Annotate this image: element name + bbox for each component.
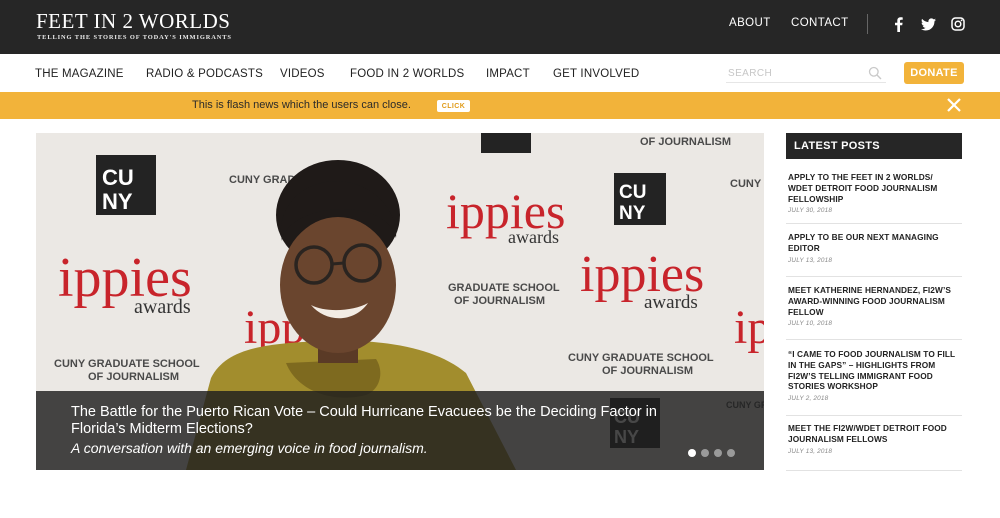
backdrop-cuny-logo: CU bbox=[102, 165, 134, 190]
close-icon[interactable] bbox=[946, 97, 962, 113]
site-header: FEET IN 2 WORLDS TELLING THE STORIES OF … bbox=[0, 0, 1000, 54]
site-tagline: TELLING THE STORIES OF TODAY'S IMMIGRANT… bbox=[37, 34, 232, 41]
sidebar-heading: LATEST POSTS bbox=[786, 133, 962, 159]
hero-title[interactable]: The Battle for the Puerto Rican Vote – C… bbox=[71, 404, 711, 438]
nav-item-magazine[interactable]: THE MAGAZINE bbox=[35, 68, 124, 80]
list-item[interactable]: “I CAME TO FOOD JOURNALISM TO FILL IN TH… bbox=[786, 340, 962, 416]
backdrop-ippies-logo: ipp bbox=[734, 301, 764, 354]
backdrop-school-text: CUNY GRADUATE SCHOOL bbox=[54, 358, 200, 370]
twitter-icon[interactable] bbox=[920, 16, 936, 32]
slider-dot[interactable] bbox=[688, 449, 696, 457]
flash-news-text: This is flash news which the users can c… bbox=[192, 99, 411, 111]
search-box bbox=[726, 65, 886, 83]
facebook-icon[interactable] bbox=[890, 16, 906, 32]
site-logo-title[interactable]: FEET IN 2 WORLDS bbox=[36, 9, 230, 34]
backdrop-cuny-logo: NY bbox=[102, 189, 133, 214]
post-title[interactable]: MEET THE FI2W/WDET DETROIT FOOD JOURNALI… bbox=[788, 423, 960, 445]
hero-subtitle: A conversation with an emerging voice in… bbox=[71, 440, 428, 456]
nav-item-radio-podcasts[interactable]: RADIO & PODCASTS bbox=[146, 68, 263, 80]
post-date: JULY 2, 2018 bbox=[788, 395, 829, 403]
post-title[interactable]: APPLY TO THE FEET IN 2 WORLDS/ WDET DETR… bbox=[788, 172, 960, 204]
slider-dots bbox=[688, 449, 735, 457]
nav-item-videos[interactable]: VIDEOS bbox=[280, 68, 325, 80]
backdrop-school-text: GRADUATE SCHOOL bbox=[448, 282, 560, 294]
backdrop-cuny-logo: CU bbox=[619, 182, 646, 203]
search-icon[interactable] bbox=[868, 66, 882, 80]
backdrop-awards-logo: awards bbox=[644, 292, 698, 313]
list-item[interactable]: APPLY TO BE OUR NEXT MANAGING EDITOR JUL… bbox=[786, 224, 962, 277]
latest-posts-sidebar: LATEST POSTS APPLY TO THE FEET IN 2 WORL… bbox=[786, 133, 962, 471]
contact-link[interactable]: CONTACT bbox=[791, 17, 849, 29]
backdrop-cuny-logo: NY bbox=[619, 203, 646, 224]
header-divider bbox=[867, 14, 868, 34]
post-title[interactable]: APPLY TO BE OUR NEXT MANAGING EDITOR bbox=[788, 232, 960, 254]
backdrop-school-text: OF JOURNALISM bbox=[602, 365, 693, 377]
slider-dot[interactable] bbox=[727, 449, 735, 457]
backdrop-school-text: CUNY GRADUATE SCHOOL bbox=[568, 352, 714, 364]
flash-news-bar: This is flash news which the users can c… bbox=[0, 92, 1000, 119]
nav-item-impact[interactable]: IMPACT bbox=[486, 68, 530, 80]
backdrop-school-text: OF JOURNALISM bbox=[454, 295, 545, 307]
flash-click-button[interactable]: CLICK bbox=[437, 100, 470, 112]
nav-item-get-involved[interactable]: GET INVOLVED bbox=[553, 68, 639, 80]
backdrop-awards-logo: awards bbox=[508, 227, 559, 247]
slider-dot[interactable] bbox=[701, 449, 709, 457]
about-link[interactable]: ABOUT bbox=[729, 17, 771, 29]
hero-slider[interactable]: ippies awards ippies awards ippies award… bbox=[36, 133, 764, 470]
post-date: JULY 13, 2018 bbox=[788, 447, 833, 455]
backdrop-awards-logo: awards bbox=[134, 296, 191, 318]
list-item[interactable]: MEET KATHERINE HERNANDEZ, FI2W’S AWARD-W… bbox=[786, 277, 962, 340]
backdrop-school-text: OF JOURNALISM bbox=[640, 136, 731, 148]
list-item[interactable]: MEET THE FI2W/WDET DETROIT FOOD JOURNALI… bbox=[786, 416, 962, 471]
backdrop-school-text: OF JOURNALISM bbox=[88, 371, 179, 383]
post-date: JULY 30, 2018 bbox=[788, 207, 833, 215]
hero-caption: The Battle for the Puerto Rican Vote – C… bbox=[36, 391, 764, 470]
donate-button[interactable]: DONATE bbox=[904, 62, 964, 84]
post-title[interactable]: MEET KATHERINE HERNANDEZ, FI2W’S AWARD-W… bbox=[788, 285, 960, 317]
main-navigation: THE MAGAZINE RADIO & PODCASTS VIDEOS FOO… bbox=[0, 54, 1000, 92]
post-title[interactable]: “I CAME TO FOOD JOURNALISM TO FILL IN TH… bbox=[788, 349, 960, 392]
post-date: JULY 13, 2018 bbox=[788, 256, 833, 264]
backdrop-school-text: CUNY GR bbox=[730, 178, 764, 190]
nav-item-food-in-2-worlds[interactable]: FOOD IN 2 WORLDS bbox=[350, 68, 464, 80]
post-date: JULY 10, 2018 bbox=[788, 320, 833, 328]
instagram-icon[interactable] bbox=[950, 16, 966, 32]
search-input[interactable] bbox=[728, 66, 858, 80]
list-item[interactable]: APPLY TO THE FEET IN 2 WORLDS/ WDET DETR… bbox=[786, 159, 962, 224]
slider-dot[interactable] bbox=[714, 449, 722, 457]
